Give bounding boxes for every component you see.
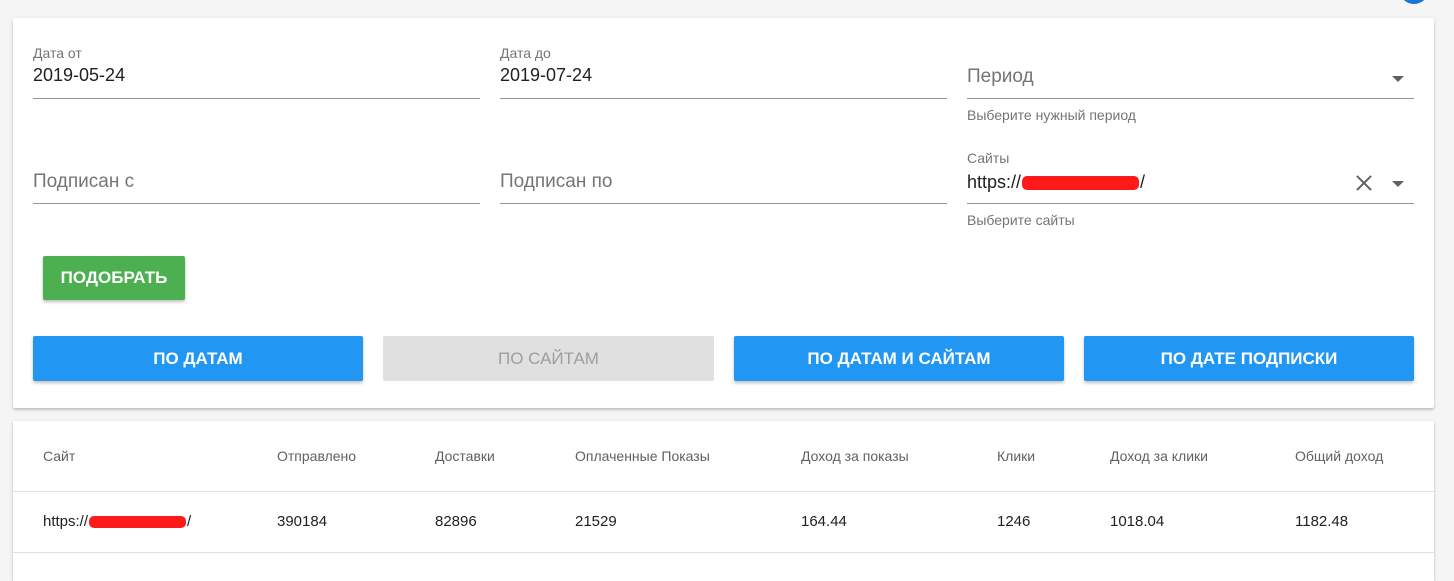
cell-deliveries: 82896 — [435, 513, 477, 530]
cell-impression-income: 164.44 — [801, 513, 847, 530]
signed-from-underline — [33, 203, 480, 204]
date-from-field[interactable]: Дата от 2019-05-24 — [33, 45, 480, 100]
cell-click-income: 1018.04 — [1110, 513, 1165, 530]
date-to-underline — [500, 98, 947, 99]
sites-underline — [967, 203, 1414, 204]
sites-hint: Выберите сайты — [967, 212, 1075, 228]
column-header[interactable]: Сайт — [43, 448, 75, 464]
signed-to-underline — [500, 203, 947, 204]
cell-site: https:// / — [43, 513, 191, 530]
date-to-value[interactable]: 2019-07-24 — [500, 65, 592, 86]
period-hint: Выберите нужный период — [967, 107, 1136, 123]
date-from-label: Дата от — [33, 45, 82, 61]
chevron-down-icon[interactable] — [1392, 76, 1404, 82]
chevron-down-icon[interactable] — [1392, 181, 1404, 187]
cell-paid-impressions: 21529 — [575, 513, 617, 530]
date-from-value[interactable]: 2019-05-24 — [33, 65, 125, 86]
date-from-underline — [33, 98, 480, 99]
signed-from-placeholder: Подписан с — [33, 171, 135, 192]
column-header[interactable]: Оплаченные Показы — [575, 448, 710, 464]
select-button[interactable]: Подобрать — [43, 256, 185, 300]
cell-sent: 390184 — [277, 513, 328, 530]
row-divider — [13, 552, 1434, 553]
column-header[interactable]: Доход за показы — [801, 448, 909, 464]
column-header[interactable]: Доход за клики — [1110, 448, 1208, 464]
sites-value-suffix: / — [1140, 172, 1146, 192]
cell-clicks: 1246 — [997, 513, 1031, 530]
signed-to-field[interactable]: Подписан по — [500, 150, 947, 205]
sites-label: Сайты — [967, 150, 1010, 166]
column-header[interactable]: Общий доход — [1295, 448, 1383, 464]
header-divider — [13, 491, 1434, 492]
column-header[interactable]: Доставки — [435, 448, 495, 464]
redaction-mark — [1022, 176, 1140, 191]
period-placeholder: Период — [967, 66, 1034, 87]
fab-button[interactable] — [1399, 0, 1429, 4]
filter-card: Дата от 2019-05-24 Дата до 2019-07-24 Пе… — [13, 18, 1434, 408]
signed-to-placeholder: Подписан по — [500, 171, 613, 192]
sites-value[interactable]: https:// / — [967, 172, 1145, 193]
column-header[interactable]: Отправлено — [277, 448, 356, 464]
redaction-mark — [89, 516, 187, 529]
cell-total-income: 1182.48 — [1295, 513, 1349, 530]
date-to-field[interactable]: Дата до 2019-07-24 — [500, 45, 947, 100]
sites-value-prefix: https:// — [967, 172, 1022, 192]
sites-select[interactable]: Сайты https:// / Выберите сайты — [967, 150, 1414, 230]
report-table: Сайт Отправлено Доставки Оплаченные Пока… — [13, 421, 1434, 581]
close-icon[interactable] — [1354, 173, 1374, 193]
cell-site-suffix: / — [187, 513, 192, 530]
signed-from-field[interactable]: Подписан с — [33, 150, 480, 205]
by-dates-and-sites-button[interactable]: По датам и сайтам — [734, 336, 1064, 381]
column-header[interactable]: Клики — [997, 448, 1035, 464]
period-underline — [967, 98, 1414, 99]
date-to-label: Дата до — [500, 45, 551, 61]
period-select[interactable]: Период Выберите нужный период — [967, 45, 1414, 125]
cell-site-prefix: https:// — [43, 513, 89, 530]
by-dates-button[interactable]: По датам — [33, 336, 363, 381]
by-sites-button: По сайтам — [383, 336, 714, 381]
by-subscription-date-button[interactable]: По дате подписки — [1084, 336, 1414, 381]
